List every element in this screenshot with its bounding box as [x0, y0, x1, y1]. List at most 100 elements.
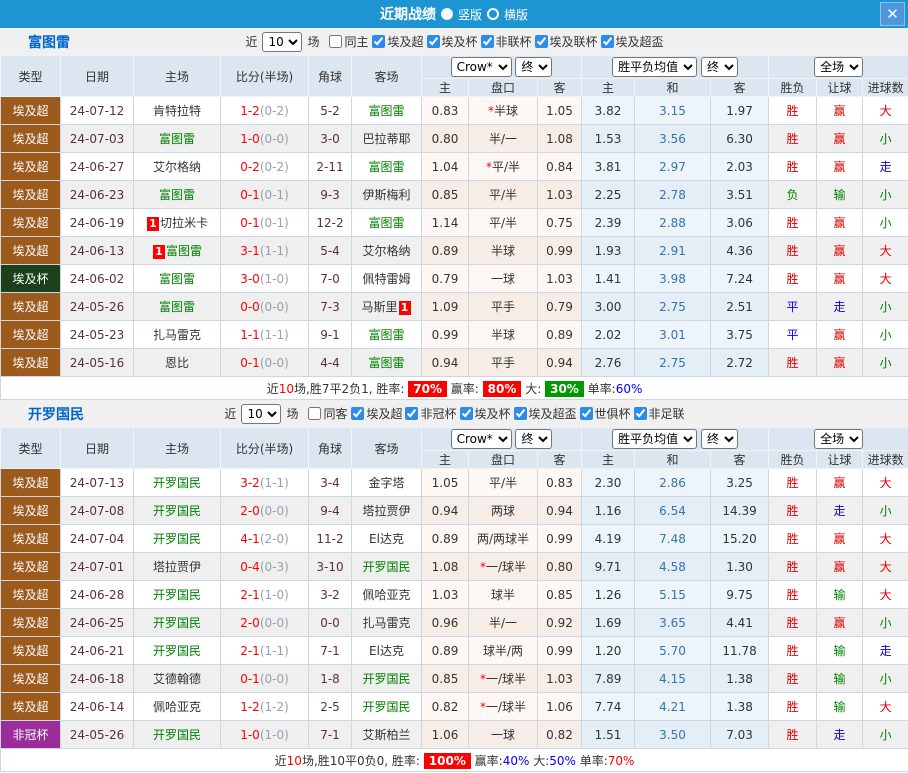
league-filter[interactable]: 埃及超盃: [598, 33, 664, 50]
goals-result-cell: 小: [862, 180, 908, 209]
away-odds-cell: 0.83: [536, 468, 583, 497]
layout-vertical-label[interactable]: 竖版: [458, 6, 482, 23]
avg-type-select[interactable]: 胜平负均值: [612, 57, 698, 77]
home-odds-cell: 0.80: [421, 124, 469, 153]
league-checkbox[interactable]: [459, 406, 473, 420]
league-filter[interactable]: 非冠杯: [402, 405, 457, 422]
avg-away-cell: 3.75: [710, 320, 770, 349]
odds-period-select[interactable]: 终: [515, 57, 553, 77]
layout-radio-vertical[interactable]: [440, 8, 453, 20]
avg-draw-cell: 7.48: [634, 524, 712, 553]
match-date-cell: 24-05-16: [60, 348, 134, 377]
summary-segment: 10: [286, 753, 302, 768]
match-date-cell: 24-06-27: [60, 152, 134, 181]
subcol-header: 和: [634, 450, 712, 469]
close-button[interactable]: ✕: [880, 2, 905, 26]
summary-segment: 40%: [502, 753, 530, 768]
filter-games-label: 场: [286, 407, 299, 421]
odds-header-cell: Crow* 终: [420, 55, 583, 79]
recent-count-select[interactable]: 10: [241, 403, 282, 424]
home-odds-cell: 0.89: [421, 524, 469, 553]
subcol-header: 盘口: [468, 450, 538, 469]
page-title: 近期战绩: [379, 7, 436, 23]
recent-count-select[interactable]: 10: [262, 31, 303, 52]
score-cell: 1-0(1-0): [220, 720, 309, 749]
league-filter[interactable]: 世俱杯: [577, 405, 631, 422]
avg-away-cell: 15.20: [710, 524, 770, 553]
match-row: 埃及超 24-07-04 开罗国民 4-1(2-0) 11-2 El达克 0.89 两/两球半…: [0, 524, 908, 553]
league-filter[interactable]: 埃及联杯: [532, 33, 598, 50]
league-checkbox[interactable]: [372, 34, 386, 48]
layout-horizontal-label[interactable]: 横版: [504, 6, 528, 23]
league-checkbox[interactable]: [600, 34, 614, 48]
home-team-name: 开罗国民: [152, 616, 201, 630]
odds-period-select[interactable]: 终: [515, 429, 553, 449]
match-league-cell: 埃及超: [0, 580, 61, 609]
filter-near-label: 近: [224, 407, 237, 421]
handicap-cell: 半/一: [468, 608, 538, 637]
home-odds-cell: 0.85: [421, 664, 469, 693]
league-checkbox[interactable]: [579, 406, 593, 420]
away-team-cell: 富图雷: [351, 96, 422, 125]
league-checkbox[interactable]: [513, 406, 527, 420]
home-team-name: 佩哈亚克: [152, 700, 201, 714]
avg-type-select[interactable]: 胜平负均值: [612, 429, 698, 449]
score-cell: 2-0(0-0): [220, 496, 309, 525]
handicap-cell: 平手: [468, 292, 538, 321]
same-venue-filter[interactable]: 同客: [305, 405, 347, 422]
home-team-name: 扎马雷克: [152, 328, 201, 342]
same-venue-checkbox[interactable]: [308, 407, 322, 420]
away-odds-cell: 1.06: [536, 692, 583, 721]
odds-header-cell: Crow* 终: [420, 427, 583, 451]
corner-cell: 7-1: [308, 720, 352, 749]
same-venue-filter[interactable]: 同主: [326, 33, 368, 50]
away-team-cell: 开罗国民: [351, 664, 422, 693]
away-team-cell: 塔拉贾伊: [351, 496, 422, 525]
full-time-score: 3-0: [240, 271, 260, 286]
league-filter[interactable]: 埃及超: [369, 33, 424, 50]
avg-draw-cell: 6.54: [634, 496, 712, 525]
team-name: 开罗国民: [28, 406, 84, 423]
league-checkbox[interactable]: [405, 406, 419, 420]
layout-radio-horizontal[interactable]: [487, 8, 499, 20]
home-team-cell: 恩比: [133, 348, 221, 377]
away-team-name: 艾尔格纳: [362, 244, 411, 258]
handicap-result-cell: 走: [816, 720, 864, 749]
same-venue-checkbox[interactable]: [329, 35, 343, 48]
scope-select[interactable]: 全场: [814, 57, 864, 77]
home-team-cell: 开罗国民: [133, 720, 221, 749]
league-filter[interactable]: 埃及杯: [424, 33, 478, 50]
league-filter[interactable]: 非足联: [631, 405, 685, 422]
odds-company-select[interactable]: Crow*: [450, 429, 512, 449]
home-team-name: 富图雷: [158, 300, 195, 314]
subcol-header: 客: [710, 450, 770, 469]
league-filter[interactable]: 非联杯: [478, 33, 532, 50]
avg-period-select[interactable]: 终: [700, 57, 738, 77]
league-filter[interactable]: 埃及杯: [457, 405, 511, 422]
odds-company-select[interactable]: Crow*: [450, 57, 512, 77]
league-checkbox[interactable]: [633, 406, 647, 420]
summary-row: 近10场,胜10平0负0, 胜率: 100% 赢率:40% 大:50% 单率:7…: [0, 748, 908, 772]
away-odds-cell: 0.94: [536, 496, 583, 525]
full-time-score: 3-1: [240, 243, 260, 258]
league-checkbox[interactable]: [534, 34, 548, 48]
scope-select[interactable]: 全场: [814, 429, 864, 449]
home-team-cell: 佩哈亚克: [133, 692, 221, 721]
home-team-cell: 塔拉贾伊: [133, 552, 221, 581]
away-odds-cell: 0.89: [536, 320, 583, 349]
match-row: 埃及超 24-06-13 1 富图雷 3-1(1-1) 5-4 艾尔格纳 0.89 半球 0.99…: [0, 236, 908, 265]
match-row: 埃及超 24-07-01 塔拉贾伊 0-4(0-3) 3-10 开罗国民 1.08 *一/球半…: [0, 552, 908, 581]
league-checkbox[interactable]: [426, 34, 440, 48]
avg-draw-cell: 3.65: [634, 608, 712, 637]
home-team-name: 开罗国民: [152, 504, 201, 518]
filter-bar: 开罗国民 近 10 场 同客 埃及超 非冠杯 埃及杯 埃及超盃 世俱杯 非足联: [0, 400, 908, 427]
away-team-cell: El达克: [351, 636, 422, 665]
home-team-name: 开罗国民: [152, 532, 201, 546]
home-odds-cell: 1.03: [421, 580, 469, 609]
avg-period-select[interactable]: 终: [700, 429, 738, 449]
league-checkbox[interactable]: [351, 406, 365, 420]
league-filter[interactable]: 埃及超盃: [511, 405, 577, 422]
league-checkbox[interactable]: [480, 34, 494, 48]
avg-home-cell: 2.02: [581, 320, 636, 349]
league-filter[interactable]: 埃及超: [348, 405, 402, 422]
